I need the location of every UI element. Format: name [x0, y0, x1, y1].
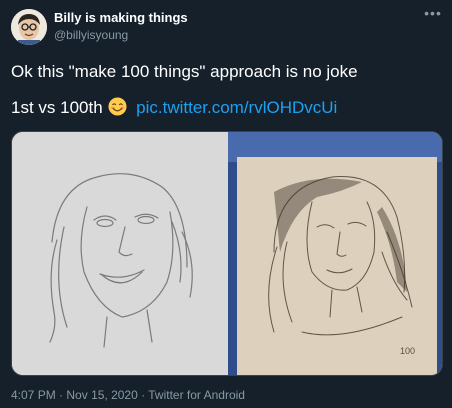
drawing-number-label: 100	[400, 346, 415, 356]
meta-separator: ·	[141, 388, 146, 402]
tweet: Billy is making things @billyisyoung •••…	[0, 0, 452, 408]
tweet-date[interactable]: Nov 15, 2020	[66, 388, 137, 402]
tweet-text-line-2: 1st vs 100th pic.twitter.com/rvlOHDvcUi	[11, 97, 337, 119]
tweet-text-prefix: 1st vs 100th	[11, 98, 103, 117]
meta-separator: ·	[59, 388, 64, 402]
smiling-face-emoji-icon	[108, 97, 127, 116]
tweet-text-line-1: Ok this "make 100 things" approach is no…	[11, 62, 358, 81]
avatar-image	[11, 9, 47, 45]
user-handle[interactable]: @billyisyoung	[54, 28, 128, 43]
tweet-time[interactable]: 4:07 PM	[11, 388, 56, 402]
tweet-source[interactable]: Twitter for Android	[148, 388, 245, 402]
tweet-metadata: 4:07 PM · Nov 15, 2020 · Twitter for And…	[11, 388, 245, 403]
media-image[interactable]: 100	[11, 131, 443, 376]
display-name[interactable]: Billy is making things	[54, 10, 188, 26]
media-link[interactable]: pic.twitter.com/rvlOHDvcUi	[136, 98, 337, 117]
more-horizontal-icon[interactable]: •••	[423, 6, 443, 22]
drawings-comparison-image: 100	[12, 132, 442, 375]
avatar[interactable]	[11, 9, 47, 45]
